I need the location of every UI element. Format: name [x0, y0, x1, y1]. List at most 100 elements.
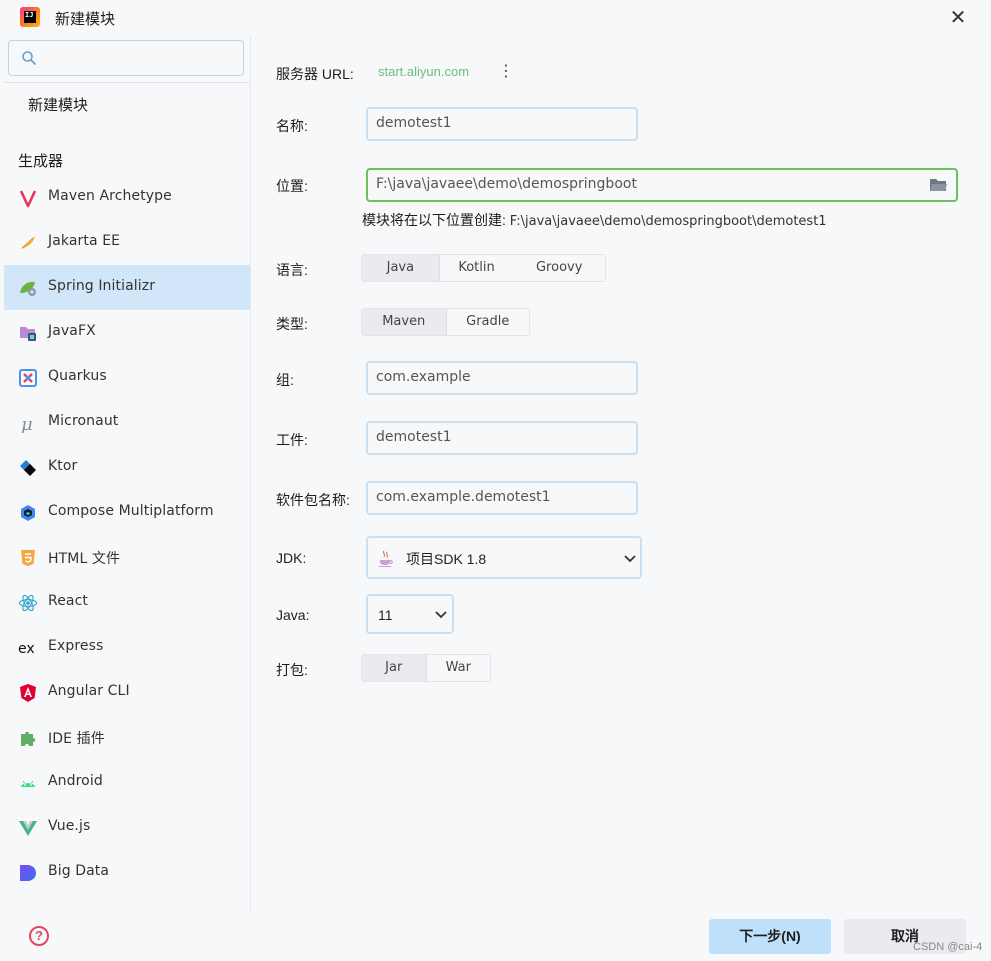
jdk-dropdown[interactable]: 项目SDK 1.8 — [366, 536, 642, 579]
watermark: CSDN @cai-4 — [913, 941, 983, 953]
sidebar-item-label: Big Data — [48, 863, 110, 879]
jdk-label: JDK: — [276, 550, 307, 566]
sidebar-item-label: JavaFX — [48, 323, 96, 339]
type-option-maven[interactable]: Maven — [362, 309, 447, 335]
next-button[interactable]: 下一步(N) — [709, 919, 831, 954]
sidebar: 新建模块 生成器 Maven Archetype Jakarta EE Spri… — [0, 36, 251, 914]
language-option-java[interactable]: Java — [362, 255, 440, 281]
sidebar-item-label: HTML 文件 — [48, 551, 121, 567]
new-module-dialog: IJ 新建模块 ✕ 新建模块 生成器 Maven Archetype Jakar… — [0, 0, 991, 961]
sidebar-item-express[interactable]: ex Express — [4, 625, 250, 670]
folder-browse-icon[interactable] — [929, 177, 947, 193]
packaging-option-jar[interactable]: Jar — [362, 655, 427, 681]
sidebar-item-label: Ktor — [48, 458, 78, 474]
puzzle-icon — [21, 731, 36, 746]
type-option-gradle[interactable]: Gradle — [447, 309, 530, 335]
location-hint-prefix: 模块将在以下位置创建: — [362, 212, 510, 228]
artifact-label: 工件: — [276, 432, 308, 448]
chevron-down-icon — [624, 555, 636, 563]
sidebar-item-quarkus[interactable]: Quarkus — [4, 355, 250, 400]
more-options-icon[interactable]: ⋮ — [498, 63, 514, 83]
android-icon — [21, 780, 35, 787]
sidebar-item-react[interactable]: React — [4, 580, 250, 625]
sidebar-item-label: Compose Multiplatform — [48, 503, 214, 519]
close-button[interactable]: ✕ — [946, 6, 970, 30]
sidebar-item-label: Express — [48, 638, 104, 654]
package-name-field[interactable]: com.example.demotest1 — [366, 481, 638, 515]
sidebar-item-label: Jakarta EE — [48, 233, 121, 249]
sidebar-item-maven-archetype[interactable]: Maven Archetype — [4, 175, 250, 220]
sidebar-item-jakarta-ee[interactable]: Jakarta EE — [4, 220, 250, 265]
artifact-field[interactable]: demotest1 — [366, 421, 638, 455]
packaging-option-war[interactable]: War — [427, 655, 491, 681]
jakarta-icon — [20, 236, 35, 249]
server-url-label: 服务器 URL: — [276, 66, 354, 82]
quarkus-icon — [19, 369, 37, 387]
language-option-groovy[interactable]: Groovy — [513, 255, 605, 281]
svg-text:ex: ex — [18, 641, 35, 657]
sidebar-item-label: Quarkus — [48, 368, 107, 384]
generators-heading: 生成器 — [18, 153, 64, 170]
language-label: 语言: — [276, 262, 308, 278]
type-label: 类型: — [276, 316, 308, 332]
sidebar-item-javafx[interactable]: JavaFX — [4, 310, 250, 355]
sidebar-item-new-module[interactable]: 新建模块 — [28, 94, 88, 115]
packaging-segmented-control: Jar War — [361, 654, 491, 682]
html5-icon — [21, 550, 35, 566]
sidebar-divider — [4, 82, 250, 83]
sidebar-item-label: Android — [48, 773, 103, 789]
sidebar-item-ide-plugin[interactable]: IDE 插件 — [4, 715, 250, 760]
sidebar-item-big-data[interactable]: Big Data — [4, 850, 250, 895]
group-label: 组: — [276, 372, 294, 388]
maven-icon — [19, 190, 37, 208]
sidebar-item-label: Angular CLI — [48, 683, 130, 699]
package-name-label: 软件包名称: — [276, 492, 350, 508]
java-cup-icon — [379, 550, 393, 567]
location-hint: 模块将在以下位置创建: F:\java\javaee\demo\demospri… — [362, 210, 827, 230]
sidebar-item-micronaut[interactable]: μ Micronaut — [4, 400, 250, 445]
location-field[interactable]: F:\java\javaee\demo\demospringboot — [366, 168, 958, 202]
sidebar-item-ktor[interactable]: Ktor — [4, 445, 250, 490]
packaging-label: 打包: — [276, 662, 308, 678]
intellij-logo-icon: IJ — [20, 7, 40, 27]
location-hint-path: F:\java\javaee\demo\demospringboot\demot… — [509, 214, 827, 229]
sidebar-item-label: IDE 插件 — [48, 731, 105, 747]
jdk-selected-value: 项目SDK 1.8 — [406, 551, 487, 567]
search-box[interactable] — [8, 40, 244, 76]
sidebar-item-android[interactable]: Android — [4, 760, 250, 805]
micronaut-icon: μ — [21, 414, 33, 433]
server-url-link[interactable]: start.aliyun.com — [378, 64, 469, 79]
group-field[interactable]: com.example — [366, 361, 638, 395]
sidebar-item-label: Spring Initializr — [48, 278, 156, 294]
sidebar-item-label: Micronaut — [48, 413, 119, 429]
compose-icon — [21, 505, 35, 521]
window-title: 新建模块 — [55, 11, 116, 28]
angular-icon — [20, 684, 36, 702]
javafx-icon — [20, 327, 36, 341]
build-type-segmented-control: Maven Gradle — [361, 308, 530, 336]
chevron-down-icon — [435, 611, 447, 619]
express-icon: ex — [18, 641, 35, 657]
sidebar-item-spring-initializr[interactable]: Spring Initializr — [4, 265, 250, 310]
search-input[interactable] — [43, 47, 237, 71]
name-field[interactable]: demotest1 — [366, 107, 638, 141]
vue-icon — [19, 821, 37, 836]
bigdata-icon — [20, 865, 36, 881]
name-label: 名称: — [276, 118, 308, 134]
search-icon — [22, 51, 36, 65]
language-option-kotlin[interactable]: Kotlin — [440, 255, 514, 281]
java-version-selected-value: 11 — [378, 607, 393, 623]
title-bar: IJ 新建模块 ✕ — [0, 0, 991, 36]
sidebar-item-html-file[interactable]: HTML 文件 — [4, 535, 250, 580]
language-segmented-control: Java Kotlin Groovy — [361, 254, 606, 282]
svg-text:μ: μ — [21, 414, 33, 433]
react-icon — [18, 594, 38, 612]
java-version-dropdown[interactable]: 11 — [366, 594, 454, 634]
generators-list: Maven Archetype Jakarta EE Spring Initia… — [4, 175, 250, 895]
sidebar-item-vuejs[interactable]: Vue.js — [4, 805, 250, 850]
sidebar-item-compose-multiplatform[interactable]: Compose Multiplatform — [4, 490, 250, 535]
help-button[interactable]: ? — [29, 926, 49, 946]
sidebar-item-label: React — [48, 593, 88, 609]
sidebar-item-angular-cli[interactable]: Angular CLI — [4, 670, 250, 715]
java-version-label: Java: — [276, 607, 310, 623]
